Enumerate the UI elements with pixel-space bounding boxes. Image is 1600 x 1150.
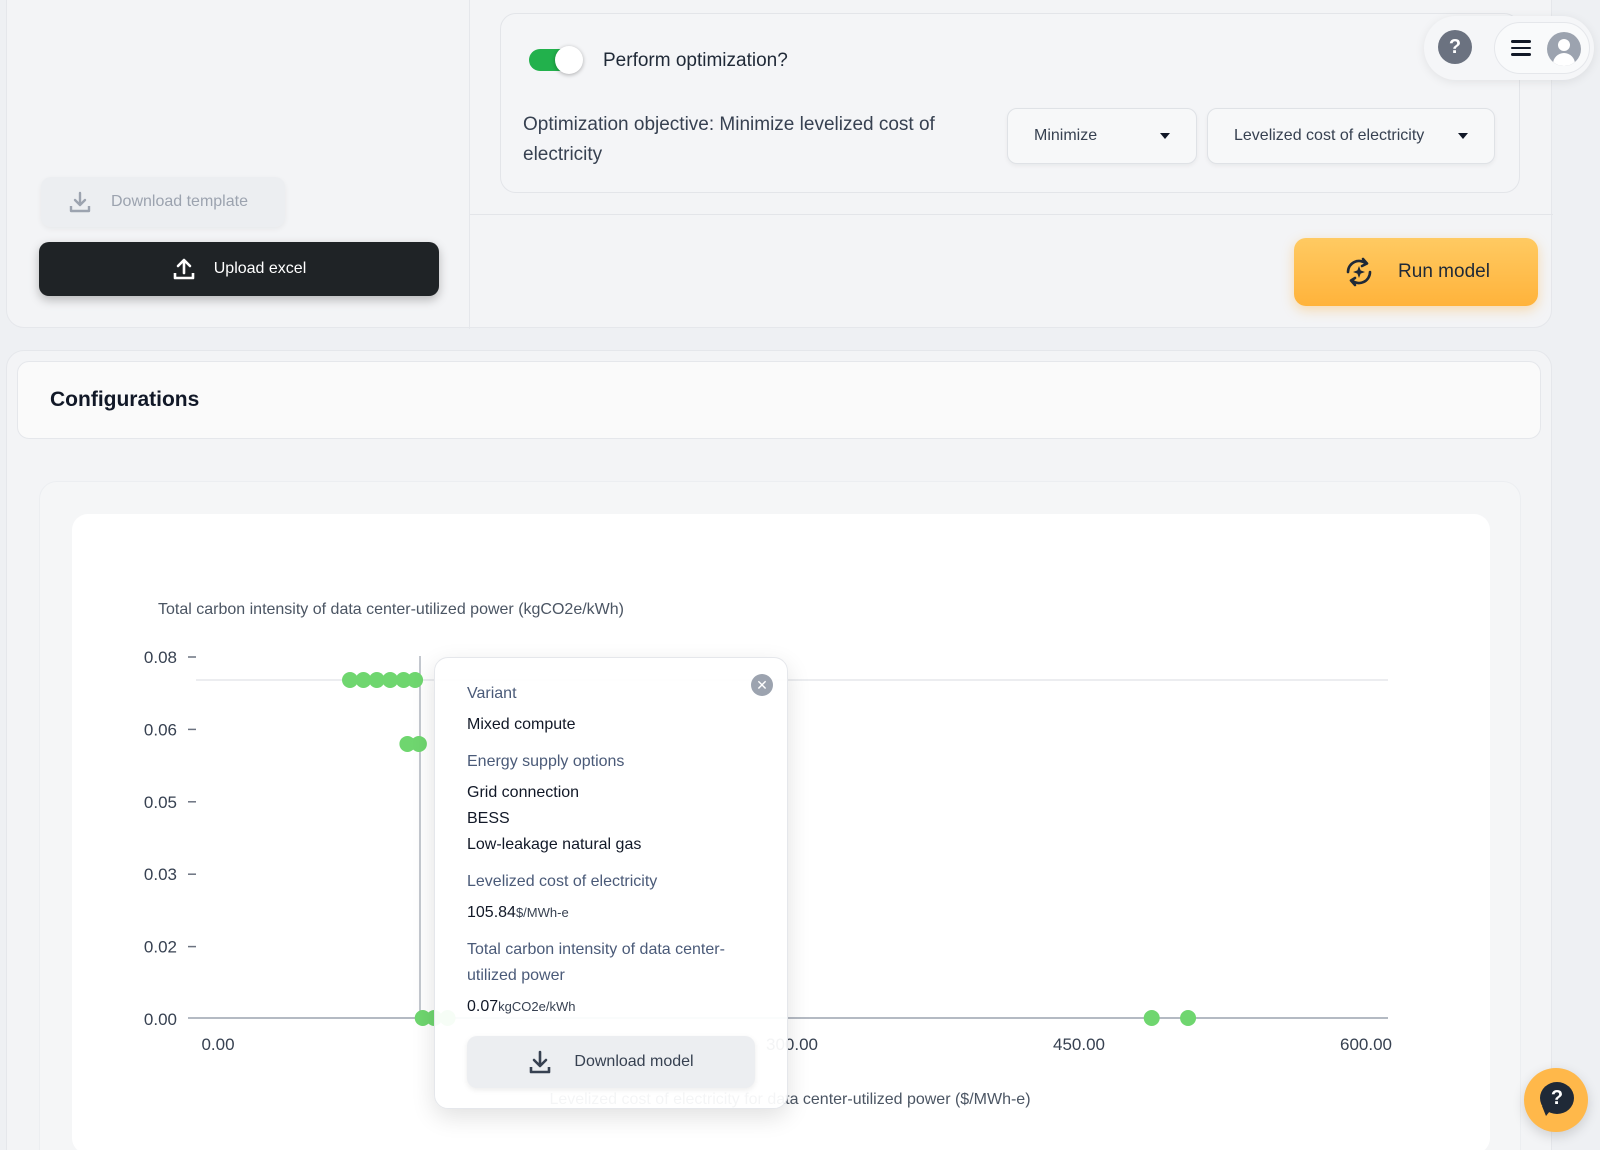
y-tick-label: 0.03 <box>144 865 177 884</box>
download-model-button[interactable]: Download model <box>467 1036 755 1088</box>
y-tick-label: 0.05 <box>144 793 177 812</box>
download-icon <box>530 1050 551 1074</box>
download-model-label: Download model <box>574 1053 694 1070</box>
data-point[interactable] <box>1143 1010 1160 1026</box>
carbon-unit: kgCO2e/kWh <box>498 999 576 1014</box>
energy-supply-label: Energy supply options <box>467 753 625 770</box>
lcoe-number: 105.84 <box>467 904 516 921</box>
lcoe-unit: $/MWh-e <box>515 905 569 920</box>
x-ticks: 0.00150.00300.00450.00600.00 <box>201 1035 1392 1054</box>
carbon-intensity-value: 0.07kgCO2e/kWh <box>467 994 575 1020</box>
variant-label: Variant <box>467 685 517 702</box>
carbon-intensity-label: Total carbon intensity of data center-ut… <box>467 941 725 984</box>
variant-value: Mixed compute <box>467 716 576 733</box>
energy-option: BESS <box>467 810 510 827</box>
carbon-number: 0.07 <box>467 998 499 1015</box>
lcoe-value: 105.84$/MWh-e <box>467 900 569 926</box>
y-axis-label: Total carbon intensity of data center-ut… <box>158 601 624 618</box>
y-tick-label: 0.02 <box>144 938 177 957</box>
y-tick-label: 0.08 <box>144 648 177 667</box>
point-detail-popup: ✕ Variant Mixed compute Energy supply op… <box>434 657 788 1109</box>
chat-help-button[interactable]: ? <box>1524 1068 1588 1132</box>
y-tick-label: 0.06 <box>144 720 177 739</box>
x-tick-label: 600.00 <box>1340 1035 1392 1054</box>
y-ticks: 0.08 0.06 0.05 0.03 0.02 0.00 <box>144 648 196 1029</box>
energy-option: Low-leakage natural gas <box>467 836 642 853</box>
y-tick-label: 0.00 <box>144 1010 177 1029</box>
data-point[interactable] <box>1180 1010 1197 1026</box>
energy-option: Grid connection <box>467 784 580 801</box>
lcoe-label: Levelized cost of electricity <box>467 873 658 890</box>
scatter-chart: Total carbon intensity of data center-ut… <box>144 601 1392 1108</box>
data-point[interactable] <box>407 672 424 688</box>
data-point[interactable] <box>410 735 427 752</box>
x-tick-label: 0.00 <box>201 1035 234 1054</box>
x-tick-label: 450.00 <box>1053 1035 1105 1054</box>
